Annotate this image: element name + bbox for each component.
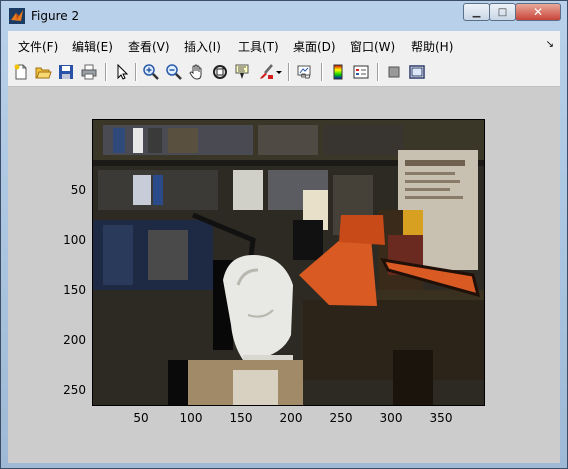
ytick-label: 250 [63, 383, 86, 397]
menu-insert[interactable]: 插入(I) [184, 38, 221, 55]
brush-icon[interactable] [256, 62, 276, 82]
edit-plot-arrow-icon[interactable] [111, 62, 131, 82]
xtick-label: 200 [279, 411, 303, 425]
minimize-icon: ▁ [472, 6, 481, 18]
ytick-label: 100 [63, 233, 86, 247]
link-plot-icon[interactable] [295, 62, 315, 82]
matlab-logo-icon [9, 8, 25, 24]
image-axes[interactable] [92, 119, 485, 406]
toolbar-separator [288, 63, 290, 81]
figure-window: Figure 2 ▁ □ ✕ 文件(F) 编辑(E) 查看(V) 插入(I) 工… [0, 0, 568, 469]
close-icon: ✕ [532, 5, 544, 19]
toolbar-separator [377, 63, 379, 81]
brush-dropdown-icon[interactable] [274, 62, 284, 82]
rotate-3d-icon[interactable] [210, 62, 230, 82]
menu-help[interactable]: 帮助(H) [411, 38, 453, 55]
colorbar-icon[interactable] [328, 62, 348, 82]
toolbar-separator [135, 63, 137, 81]
figure-client-area: 文件(F) 编辑(E) 查看(V) 插入(I) 工具(T) 桌面(D) 窗口(W… [8, 31, 560, 463]
ytick-label: 200 [63, 333, 86, 347]
xtick-label: 150 [229, 411, 253, 425]
xtick-label: 50 [133, 411, 149, 425]
print-icon[interactable] [79, 62, 99, 82]
menu-window[interactable]: 窗口(W) [350, 38, 395, 55]
title-bar[interactable]: Figure 2 ▁ □ ✕ [1, 1, 567, 31]
xtick-label: 350 [429, 411, 453, 425]
menu-view[interactable]: 查看(V) [128, 38, 170, 55]
menu-edit[interactable]: 编辑(E) [72, 38, 113, 55]
menu-overflow-icon[interactable]: ↘ [546, 39, 554, 50]
xtick-label: 100 [179, 411, 203, 425]
show-plot-tools-icon[interactable] [407, 62, 427, 82]
new-figure-icon[interactable] [11, 62, 31, 82]
pan-hand-icon[interactable] [187, 62, 207, 82]
hide-plot-tools-icon[interactable] [384, 62, 404, 82]
toolbar-separator [321, 63, 323, 81]
open-file-icon[interactable] [33, 62, 53, 82]
ytick-label: 50 [70, 183, 86, 197]
menu-bar: 文件(F) 编辑(E) 查看(V) 插入(I) 工具(T) 桌面(D) 窗口(W… [8, 31, 560, 59]
ytick-label: 150 [63, 283, 86, 297]
window-title: Figure 2 [31, 9, 80, 23]
close-button[interactable]: ✕ [515, 3, 561, 21]
data-cursor-icon[interactable] [233, 62, 253, 82]
toolbar-separator [105, 63, 107, 81]
caption-buttons: ▁ □ ✕ [463, 3, 561, 23]
minimize-button[interactable]: ▁ [463, 3, 490, 21]
figure-toolbar [8, 59, 560, 87]
menu-desktop[interactable]: 桌面(D) [293, 38, 336, 55]
save-icon[interactable] [56, 62, 76, 82]
menu-tools[interactable]: 工具(T) [238, 38, 279, 55]
maximize-icon: □ [497, 6, 508, 18]
legend-icon[interactable] [351, 62, 371, 82]
image-plot [93, 120, 484, 405]
xtick-label: 300 [379, 411, 403, 425]
zoom-in-icon[interactable] [141, 62, 161, 82]
zoom-out-icon[interactable] [164, 62, 184, 82]
figure-canvas: 50 100 150 200 250 50 100 150 200 250 30… [8, 87, 560, 463]
maximize-button[interactable]: □ [489, 3, 516, 21]
xtick-label: 250 [329, 411, 353, 425]
menu-file[interactable]: 文件(F) [18, 38, 58, 55]
